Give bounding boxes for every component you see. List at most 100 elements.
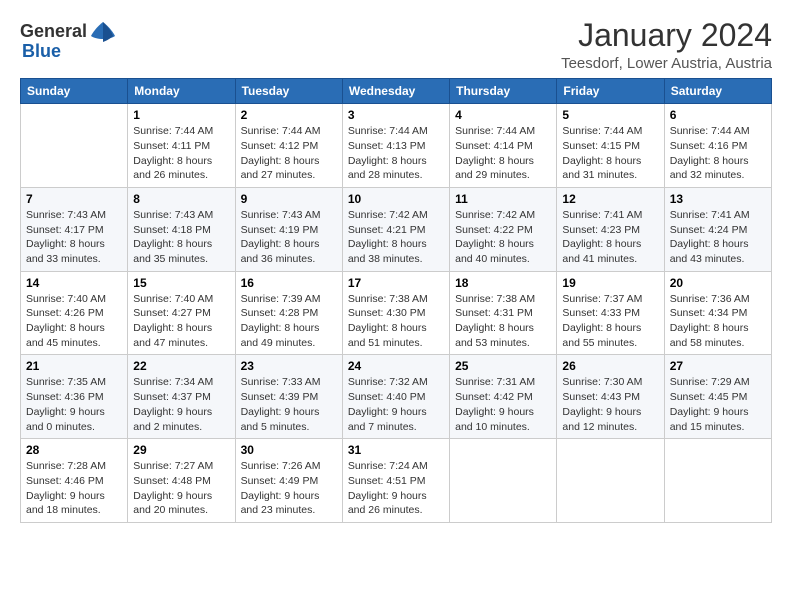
day-number: 17 [348,276,444,290]
weekday-header-thursday: Thursday [450,79,557,104]
day-number: 9 [241,192,337,206]
sunset-text: Sunset: 4:15 PM [562,139,658,154]
daylight-text-line1: Daylight: 8 hours [670,321,766,336]
sunset-text: Sunset: 4:26 PM [26,306,122,321]
sunrise-text: Sunrise: 7:44 AM [562,124,658,139]
day-number: 1 [133,108,229,122]
daylight-text-line2: and 5 minutes. [241,420,337,435]
sunset-text: Sunset: 4:14 PM [455,139,551,154]
calendar-week-row: 7Sunrise: 7:43 AMSunset: 4:17 PMDaylight… [21,187,772,271]
calendar-cell: 16Sunrise: 7:39 AMSunset: 4:28 PMDayligh… [235,271,342,355]
sunset-text: Sunset: 4:12 PM [241,139,337,154]
title-block: January 2024 Teesdorf, Lower Austria, Au… [561,18,772,72]
daylight-text-line2: and 47 minutes. [133,336,229,351]
day-info: Sunrise: 7:43 AMSunset: 4:19 PMDaylight:… [241,208,337,267]
calendar-cell: 15Sunrise: 7:40 AMSunset: 4:27 PMDayligh… [128,271,235,355]
weekday-header-tuesday: Tuesday [235,79,342,104]
sunrise-text: Sunrise: 7:41 AM [562,208,658,223]
calendar-week-row: 21Sunrise: 7:35 AMSunset: 4:36 PMDayligh… [21,355,772,439]
sunrise-text: Sunrise: 7:42 AM [455,208,551,223]
daylight-text-line2: and 41 minutes. [562,252,658,267]
sunrise-text: Sunrise: 7:44 AM [670,124,766,139]
sunset-text: Sunset: 4:33 PM [562,306,658,321]
calendar-cell [21,104,128,188]
daylight-text-line2: and 55 minutes. [562,336,658,351]
calendar-cell: 12Sunrise: 7:41 AMSunset: 4:23 PMDayligh… [557,187,664,271]
day-info: Sunrise: 7:38 AMSunset: 4:30 PMDaylight:… [348,292,444,351]
daylight-text-line2: and 10 minutes. [455,420,551,435]
sunset-text: Sunset: 4:23 PM [562,223,658,238]
day-info: Sunrise: 7:44 AMSunset: 4:13 PMDaylight:… [348,124,444,183]
daylight-text-line1: Daylight: 9 hours [133,405,229,420]
daylight-text-line2: and 40 minutes. [455,252,551,267]
day-info: Sunrise: 7:30 AMSunset: 4:43 PMDaylight:… [562,375,658,434]
sunset-text: Sunset: 4:45 PM [670,390,766,405]
daylight-text-line2: and 43 minutes. [670,252,766,267]
day-number: 8 [133,192,229,206]
daylight-text-line1: Daylight: 9 hours [562,405,658,420]
day-number: 28 [26,443,122,457]
day-info: Sunrise: 7:41 AMSunset: 4:23 PMDaylight:… [562,208,658,267]
day-number: 23 [241,359,337,373]
daylight-text-line1: Daylight: 9 hours [348,405,444,420]
sunset-text: Sunset: 4:30 PM [348,306,444,321]
sunrise-text: Sunrise: 7:44 AM [133,124,229,139]
calendar-cell: 13 Sunrise: 7:41 AMSunset: 4:24 PMDayligh… [664,187,771,271]
daylight-text-line2: and 33 minutes. [26,252,122,267]
calendar-cell: 2Sunrise: 7:44 AMSunset: 4:12 PMDaylight… [235,104,342,188]
day-info: Sunrise: 7:41 AMSunset: 4:24 PMDaylight:… [670,208,766,267]
sunrise-text: Sunrise: 7:27 AM [133,459,229,474]
sunset-text: Sunset: 4:48 PM [133,474,229,489]
calendar-cell: 25 Sunrise: 7:31 AMSunset: 4:42 PMDayligh… [450,355,557,439]
calendar-cell: 18Sunrise: 7:38 AMSunset: 4:31 PMDayligh… [450,271,557,355]
calendar-cell: 17 Sunrise: 7:38 AMSunset: 4:30 PMDayligh… [342,271,449,355]
sunrise-text: Sunrise: 7:43 AM [133,208,229,223]
calendar-cell: 11Sunrise: 7:42 AMSunset: 4:22 PMDayligh… [450,187,557,271]
day-info: Sunrise: 7:43 AMSunset: 4:17 PMDaylight:… [26,208,122,267]
sunrise-text: Sunrise: 7:39 AM [241,292,337,307]
daylight-text-line2: and 38 minutes. [348,252,444,267]
day-info: Sunrise: 7:44 AMSunset: 4:12 PMDaylight:… [241,124,337,183]
day-info: Sunrise: 7:44 AMSunset: 4:15 PMDaylight:… [562,124,658,183]
daylight-text-line2: and 15 minutes. [670,420,766,435]
daylight-text-line1: Daylight: 8 hours [455,237,551,252]
day-number: 5 [562,108,658,122]
daylight-text-line1: Daylight: 9 hours [348,489,444,504]
day-info: Sunrise: 7:27 AMSunset: 4:48 PMDaylight:… [133,459,229,518]
day-number: 25 [455,359,551,373]
daylight-text-line2: and 7 minutes. [348,420,444,435]
daylight-text-line2: and 23 minutes. [241,503,337,518]
day-number: 19 [562,276,658,290]
sunrise-text: Sunrise: 7:24 AM [348,459,444,474]
sunset-text: Sunset: 4:36 PM [26,390,122,405]
day-info: Sunrise: 7:44 AMSunset: 4:11 PMDaylight:… [133,124,229,183]
daylight-text-line1: Daylight: 8 hours [348,321,444,336]
day-info: Sunrise: 7:44 AMSunset: 4:14 PMDaylight:… [455,124,551,183]
sunrise-text: Sunrise: 7:28 AM [26,459,122,474]
daylight-text-line1: Daylight: 8 hours [26,237,122,252]
day-number: 6 [670,108,766,122]
day-number: 27 [670,359,766,373]
day-number: 11 [455,192,551,206]
sunset-text: Sunset: 4:31 PM [455,306,551,321]
daylight-text-line2: and 35 minutes. [133,252,229,267]
day-number: 16 [241,276,337,290]
daylight-text-line2: and 28 minutes. [348,168,444,183]
day-number: 29 [133,443,229,457]
calendar-cell: 30Sunrise: 7:26 AMSunset: 4:49 PMDayligh… [235,439,342,523]
sunset-text: Sunset: 4:18 PM [133,223,229,238]
weekday-header-friday: Friday [557,79,664,104]
sunrise-text: Sunrise: 7:33 AM [241,375,337,390]
day-info: Sunrise: 7:33 AMSunset: 4:39 PMDaylight:… [241,375,337,434]
day-info: Sunrise: 7:32 AMSunset: 4:40 PMDaylight:… [348,375,444,434]
day-info: Sunrise: 7:31 AMSunset: 4:42 PMDaylight:… [455,375,551,434]
sunset-text: Sunset: 4:51 PM [348,474,444,489]
calendar-cell: 5 Sunrise: 7:44 AMSunset: 4:15 PMDaylight… [557,104,664,188]
day-number: 13 [670,192,766,206]
day-info: Sunrise: 7:36 AMSunset: 4:34 PMDaylight:… [670,292,766,351]
day-number: 22 [133,359,229,373]
calendar-cell: 3 Sunrise: 7:44 AMSunset: 4:13 PMDaylight… [342,104,449,188]
day-number: 3 [348,108,444,122]
day-info: Sunrise: 7:40 AMSunset: 4:27 PMDaylight:… [133,292,229,351]
daylight-text-line2: and 26 minutes. [133,168,229,183]
